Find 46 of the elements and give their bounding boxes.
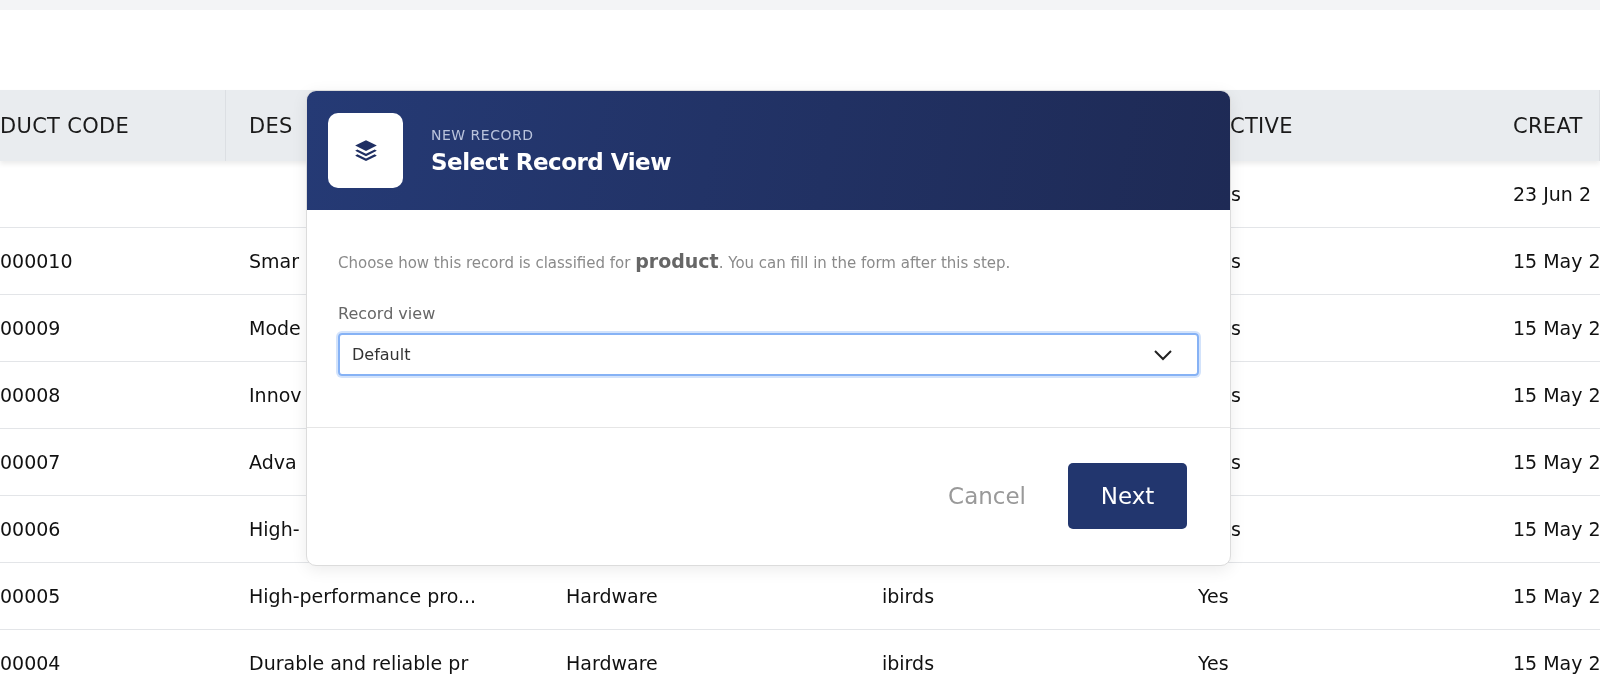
table-cell: Adva xyxy=(249,451,297,473)
dialog-kicker: NEW RECORD xyxy=(431,126,535,143)
dialog-title: Select Record View xyxy=(431,148,671,175)
table-cell: 23 Jun 2 xyxy=(1513,183,1592,205)
table-cell: 15 May 2 xyxy=(1513,317,1600,339)
table-cell: High-performance pro... xyxy=(249,585,477,607)
table-cell: s xyxy=(1231,250,1241,272)
table-cell: 15 May 2 xyxy=(1513,652,1600,674)
table-cell: 00006 xyxy=(0,518,61,540)
table-cell: 15 May 2 xyxy=(1513,451,1600,473)
chevron-down-icon xyxy=(1153,348,1173,361)
table-cell: Hardware xyxy=(566,652,658,674)
table-cell: 15 May 2 xyxy=(1513,518,1600,540)
table-cell: 00007 xyxy=(0,451,61,473)
table-cell: s xyxy=(1231,384,1241,406)
table-cell: Durable and reliable pr xyxy=(249,652,469,674)
column-header[interactable]: DES xyxy=(249,113,293,138)
table-cell: 000010 xyxy=(0,250,73,272)
table-cell: Yes xyxy=(1198,652,1229,674)
table-cell: ibirds xyxy=(882,585,935,607)
table-cell: 00008 xyxy=(0,384,61,406)
table-cell: s xyxy=(1231,451,1241,473)
record-view-select[interactable]: Default xyxy=(338,333,1199,376)
table-cell: Yes xyxy=(1198,585,1229,607)
table-cell: 00009 xyxy=(0,317,61,339)
table-cell: Innov xyxy=(249,384,302,406)
table-cell: 15 May 2 xyxy=(1513,250,1600,272)
table-cell: s xyxy=(1231,317,1241,339)
column-header[interactable]: CREAT xyxy=(1513,113,1583,138)
table-cell: 00004 xyxy=(0,652,61,674)
table-cell: s xyxy=(1231,518,1241,540)
table-cell: 15 May 2 xyxy=(1513,384,1600,406)
table-cell: s xyxy=(1231,183,1241,205)
column-header[interactable]: CTIVE xyxy=(1230,113,1293,138)
dialog-description: Choose how this record is classified for product. You can fill in the form after this step. xyxy=(338,250,1012,272)
table-cell: Hardware xyxy=(566,585,658,607)
table-cell: 00005 xyxy=(0,585,61,607)
table-cell: ibirds xyxy=(882,652,935,674)
table-cell: High- xyxy=(249,518,300,540)
table-cell: Smar xyxy=(249,250,300,272)
layers-icon xyxy=(352,137,379,164)
table-cell: Mode xyxy=(249,317,301,339)
column-header[interactable]: DUCT CODE xyxy=(0,113,130,138)
next-button[interactable]: Next xyxy=(1068,463,1187,529)
field-label: Record view xyxy=(338,304,437,323)
table-cell: 15 May 2 xyxy=(1513,585,1600,607)
